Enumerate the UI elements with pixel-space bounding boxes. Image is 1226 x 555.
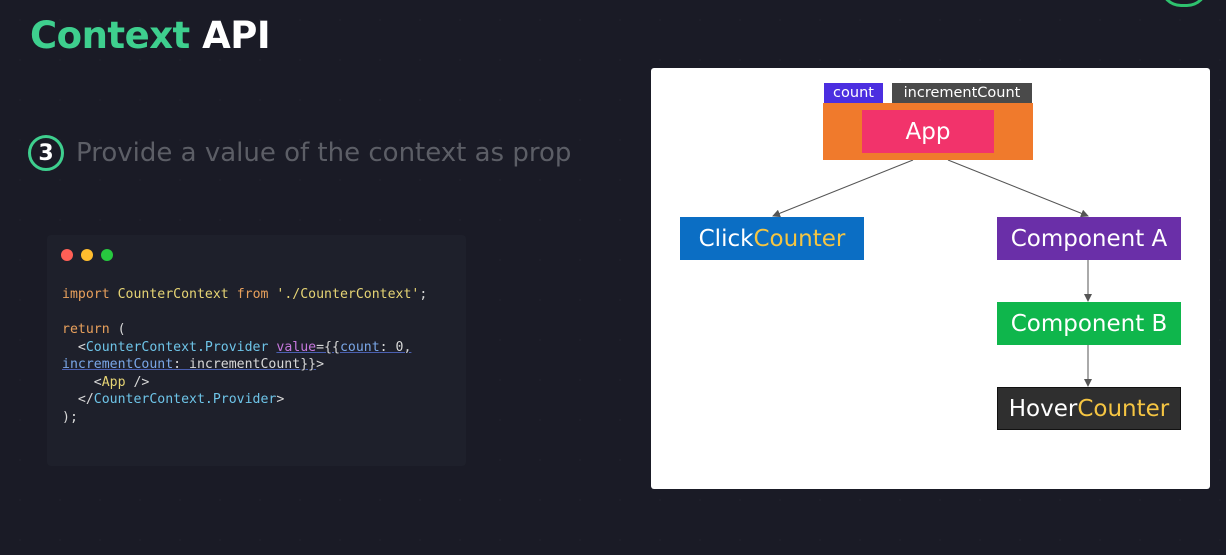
code-line-1: import CounterContext from './CounterCon… [62, 287, 428, 302]
hover-counter-prefix: Hover [1008, 395, 1078, 422]
step-text: Provide a value of the context as prop [76, 138, 572, 168]
app-inner: App [862, 110, 994, 153]
code-window: import CounterContext from './CounterCon… [47, 235, 466, 466]
code-block: import CounterContext from './CounterCon… [62, 286, 427, 426]
step-number-badge: 3 [28, 135, 64, 171]
step-heading: 3 Provide a value of the context as prop [28, 135, 571, 171]
hover-counter-suffix: Counter [1077, 395, 1170, 422]
title-accent: Context [30, 14, 190, 57]
title-rest: API [202, 14, 271, 57]
close-dot-icon [61, 249, 73, 261]
page-title: Context API [30, 14, 271, 57]
edge-app-component-a [947, 159, 1089, 218]
app-node: App [823, 103, 1033, 160]
code-line-4: incrementCount: incrementCount}}> [62, 357, 325, 372]
count-tag: count [824, 83, 883, 103]
click-counter-prefix: Click [698, 225, 754, 252]
minimize-dot-icon [81, 249, 93, 261]
component-a-node: Component A [997, 217, 1181, 260]
window-controls [61, 249, 113, 261]
edge-app-clickcounter [772, 159, 914, 218]
code-line-7: ); [62, 409, 78, 425]
code-line-5: <App /> [62, 374, 150, 390]
code-line-3: <CounterContext.Provider value={{count: … [62, 339, 412, 355]
hover-counter-node: Hover Counter [997, 387, 1181, 430]
component-tree-diagram: count incrementCount App Click Counter Co… [651, 68, 1210, 489]
click-counter-suffix: Counter [753, 225, 846, 252]
code-line-2: return ( [62, 322, 126, 337]
click-counter-node: Click Counter [680, 217, 864, 260]
code-line-6: </CounterContext.Provider> [62, 392, 285, 407]
maximize-dot-icon [101, 249, 113, 261]
component-b-node: Component B [997, 302, 1181, 345]
increment-count-tag: incrementCount [892, 83, 1032, 103]
